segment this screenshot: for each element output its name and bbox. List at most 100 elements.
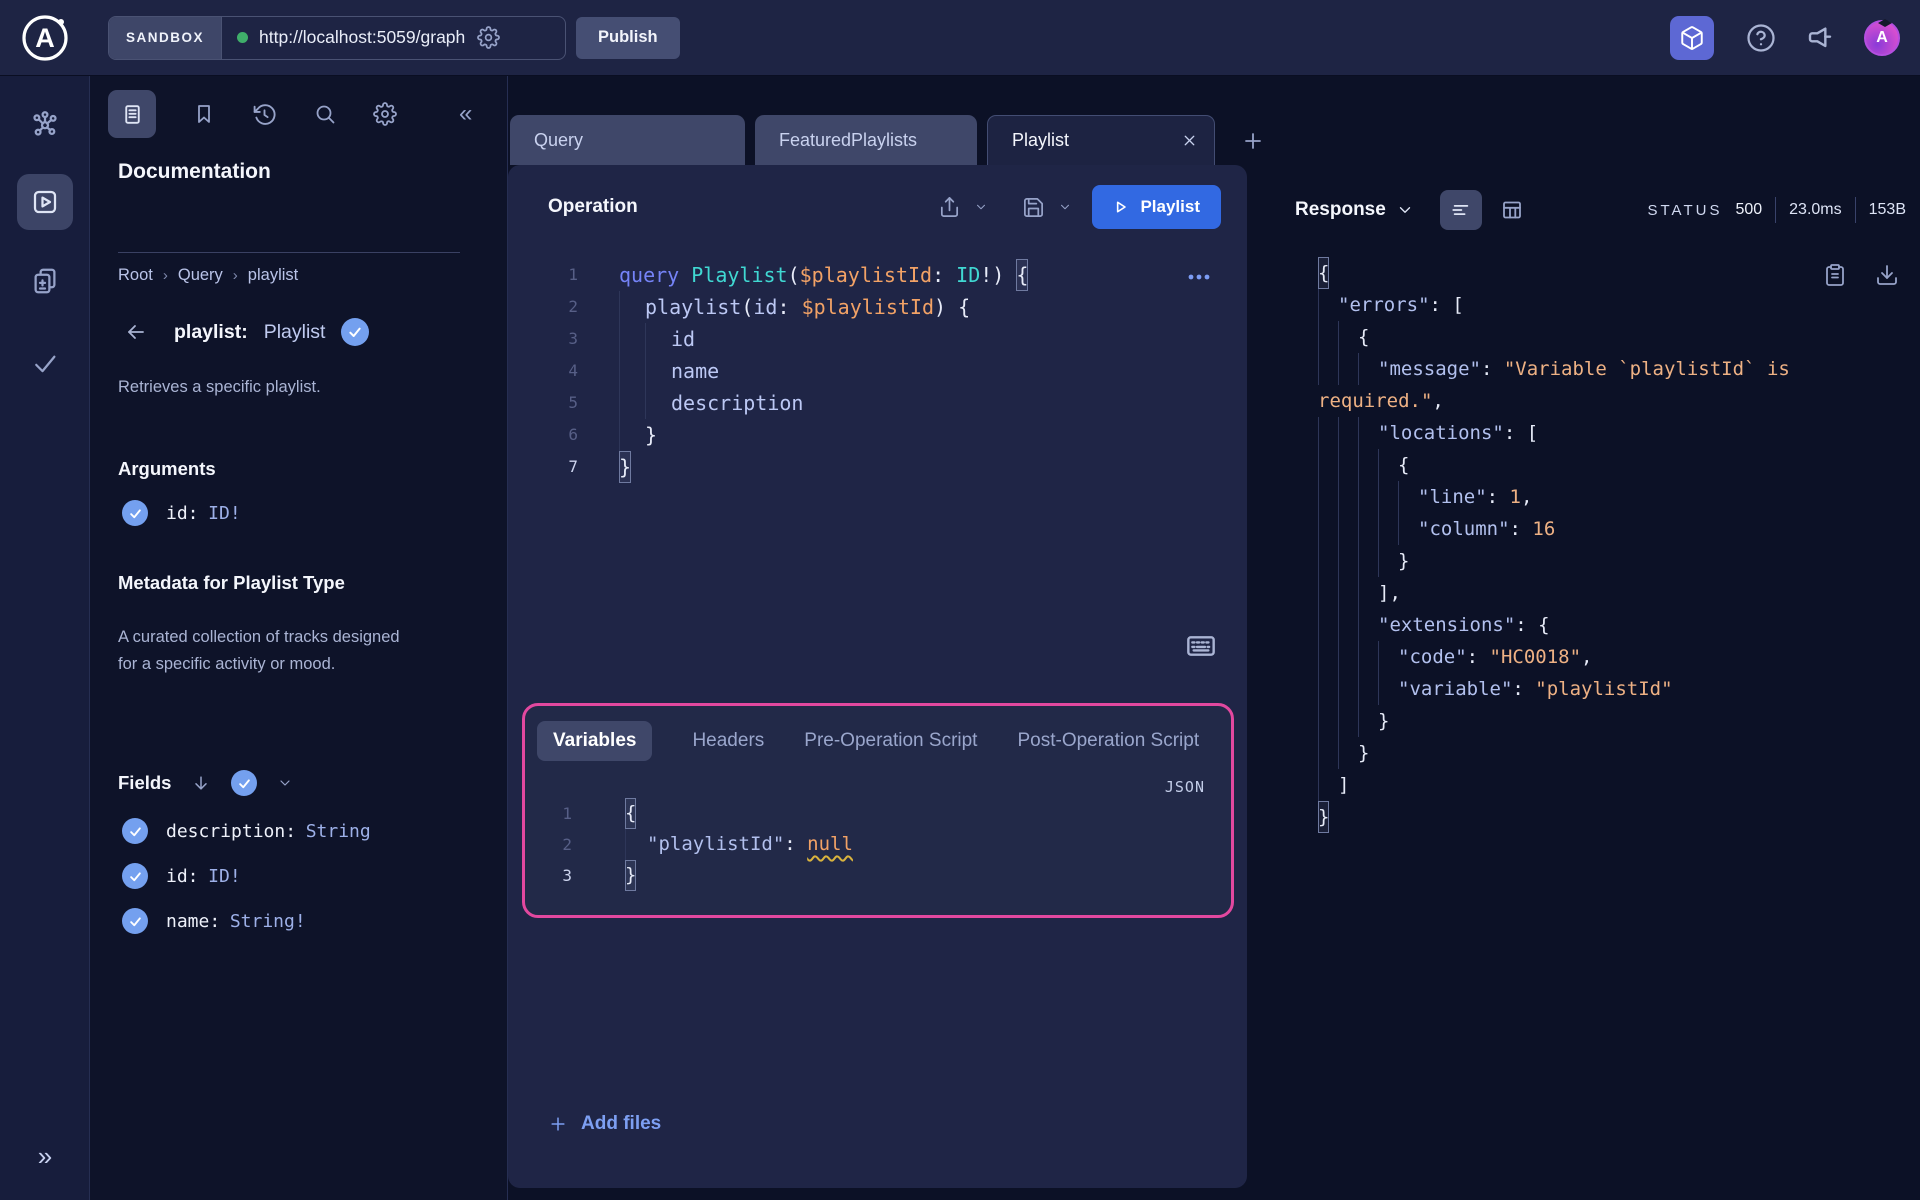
operation-editor[interactable]: 1query Playlist($playlistId: ID!) {2play… [508,259,1247,483]
collapse-panel-icon[interactable]: « [459,100,472,128]
code-line[interactable]: 4name [508,355,1247,387]
code-line[interactable]: "variable": "playlistId" [1318,673,1920,705]
code-line[interactable]: 7} [508,451,1247,483]
bookmark-icon[interactable] [192,102,216,126]
docs-settings-gear-icon[interactable] [373,102,397,126]
search-icon[interactable] [313,102,337,126]
field-selected-check-icon[interactable] [341,318,369,346]
field-check-icon[interactable] [122,908,148,934]
sort-arrow-down-icon[interactable] [191,773,211,793]
code-line[interactable]: "line": 1, [1318,481,1920,513]
code-line[interactable]: "locations": [ [1318,417,1920,449]
field-type[interactable]: String [306,821,371,842]
response-title[interactable]: Response [1295,199,1386,221]
save-chevron-icon[interactable] [1058,200,1072,214]
argument-check-icon[interactable] [122,500,148,526]
sidebar-item-checks[interactable] [17,335,73,391]
code-line[interactable]: "code": "HC0018", [1318,641,1920,673]
variables-editor[interactable]: 1{2"playlistId": null3} [525,798,1231,891]
code-line[interactable]: "extensions": { [1318,609,1920,641]
breadcrumb-playlist[interactable]: playlist [248,266,298,285]
code-line[interactable]: } [1318,801,1920,833]
tab-query[interactable]: Query [510,115,745,165]
field-type[interactable]: ID! [208,866,241,887]
field-type[interactable]: String! [230,911,306,932]
expand-rail-button[interactable]: » [0,1141,90,1172]
more-options-icon[interactable] [1185,265,1213,289]
code-line[interactable]: } [1318,545,1920,577]
code-line[interactable]: 1{ [525,798,1231,829]
field-row-name[interactable]: name: String! [122,908,306,934]
tab-variables[interactable]: Variables [537,721,652,761]
announcements-megaphone-icon[interactable] [1804,22,1836,54]
code-line[interactable]: 6} [508,419,1247,451]
code-line[interactable]: 2"playlistId": null [525,829,1231,860]
code-line[interactable]: } [1318,737,1920,769]
code-line[interactable]: 5description [508,387,1247,419]
code-line[interactable]: 3} [525,860,1231,891]
share-chevron-icon[interactable] [974,200,988,214]
sidebar-item-explorer[interactable] [17,174,73,230]
save-icon[interactable] [1022,196,1045,219]
tab-playlist[interactable]: Playlist [987,115,1215,165]
code-line[interactable]: "message": "Variable `playlistId` is [1318,353,1920,385]
endpoint-bar[interactable]: SANDBOX http://localhost:5059/graph [108,16,566,60]
apollo-logo[interactable]: A [0,12,90,64]
back-arrow-icon[interactable] [124,320,148,344]
field-check-icon[interactable] [122,863,148,889]
response-chevron-icon[interactable] [1396,201,1414,219]
code-line[interactable]: ], [1318,577,1920,609]
sandbox-badge[interactable]: SANDBOX [109,17,222,59]
tab-pre-operation-script[interactable]: Pre-Operation Script [804,730,977,752]
field-check-icon[interactable] [122,818,148,844]
code-line[interactable]: 3id [508,323,1247,355]
fields-select-all-check-icon[interactable] [231,770,257,796]
doc-field-type[interactable]: Playlist [264,321,326,344]
share-icon[interactable] [938,196,961,219]
help-icon[interactable] [1746,23,1776,53]
sidebar-item-operation-collections[interactable] [17,253,73,309]
chevron-down-icon[interactable] [277,775,293,791]
close-tab-icon[interactable] [1181,132,1198,149]
code-line[interactable]: { [1318,321,1920,353]
argument-row[interactable]: id: ID! [122,500,241,526]
field-row-id[interactable]: id: ID! [122,863,241,889]
tab-post-operation-script[interactable]: Post-Operation Script [1017,730,1199,752]
code-line[interactable]: "errors": [ [1318,289,1920,321]
new-tab-plus-icon[interactable] [1241,129,1265,153]
operation-title: Operation [548,196,938,218]
avatar[interactable]: A [1864,20,1900,56]
code-line[interactable]: 1query Playlist($playlistId: ID!) { [508,259,1247,291]
indent-guide [1318,577,1338,609]
keyboard-shortcuts-icon[interactable] [1185,633,1217,659]
code-line[interactable]: "column": 16 [1318,513,1920,545]
add-files-button[interactable]: Add files [548,1113,661,1135]
endpoint-settings-gear-icon[interactable] [477,26,500,49]
raw-view-toggle[interactable] [1440,190,1482,230]
copy-response-icon[interactable] [1823,263,1847,287]
code-line[interactable]: { [1318,449,1920,481]
tab-headers[interactable]: Headers [692,730,764,752]
download-response-icon[interactable] [1875,263,1899,287]
code-line[interactable]: 2playlist(id: $playlistId) { [508,291,1247,323]
breadcrumb-query[interactable]: Query [178,266,223,285]
breadcrumb-root[interactable]: Root [118,266,153,285]
code-token: "extensions" [1378,609,1515,641]
code-line[interactable]: } [1318,705,1920,737]
sidebar-item-schema[interactable] [17,96,73,152]
code-line[interactable]: required.", [1318,385,1920,417]
breadcrumb-separator: › [163,267,168,284]
publish-button[interactable]: Publish [576,17,680,59]
field-row-description[interactable]: description: String [122,818,371,844]
table-view-toggle[interactable] [1500,198,1524,222]
history-icon[interactable] [252,102,277,127]
code-line[interactable]: ] [1318,769,1920,801]
argument-type[interactable]: ID! [208,503,241,524]
indent-guide [1318,737,1338,769]
code-token: } [1358,737,1369,769]
documentation-tab-button[interactable] [108,90,156,138]
app-switcher-button[interactable] [1670,16,1714,60]
tab-featuredplaylists[interactable]: FeaturedPlaylists [755,115,977,165]
endpoint-url[interactable]: http://localhost:5059/graph [259,27,465,48]
run-operation-button[interactable]: Playlist [1092,185,1221,229]
